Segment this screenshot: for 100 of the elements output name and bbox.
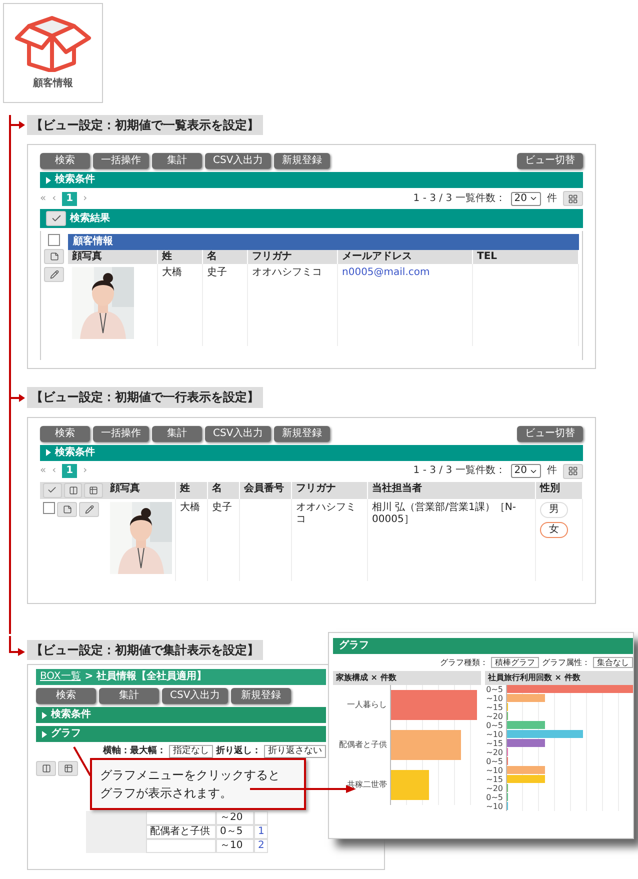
view-switch-button[interactable]: ビュー切替 <box>517 426 583 442</box>
toolbar-button[interactable]: 新規登録 <box>231 688 292 704</box>
count-link[interactable]: 2 <box>258 840 264 851</box>
table-cell: 配偶者と子供 <box>146 824 216 839</box>
app-tile[interactable]: 顧客情報 <box>3 3 103 103</box>
category-label: 配偶者と子供 <box>338 740 388 750</box>
column-header: 会員番号 <box>240 482 292 499</box>
table-cell: 史子 <box>212 502 232 513</box>
result-count: 1 - 3 / 3 一覧件数： <box>413 465 506 478</box>
graph-type-select[interactable]: 積棒グラフ <box>491 656 539 668</box>
gender-option[interactable]: 女 <box>540 522 568 538</box>
bar-title: 検索結果 <box>70 212 110 225</box>
category-label: ~10 <box>485 802 504 812</box>
previous-page-link[interactable]: ‹ <box>52 465 56 478</box>
first-page-link[interactable]: « <box>40 192 46 205</box>
toolbar-button[interactable]: 集計 <box>152 426 202 442</box>
option-label: 折り返し： <box>216 746 261 757</box>
page-size-select[interactable]: 20 <box>511 192 541 206</box>
bar-title: 検索条件 <box>55 174 95 186</box>
toolbar-button[interactable]: 検索 <box>36 688 96 704</box>
toolbar-button[interactable]: 検索 <box>40 426 90 442</box>
table-cell: 大橋 <box>162 267 182 278</box>
caret-icon <box>46 449 51 456</box>
category-label: ~10 <box>485 766 504 776</box>
note-icon[interactable] <box>57 502 77 517</box>
category-label: ~20 <box>485 784 504 794</box>
option-label: グラフ種類： <box>440 658 488 668</box>
category-label: ~20 <box>485 748 504 758</box>
wrap-select[interactable]: 折り返さない <box>264 745 326 758</box>
column-header: フリガナ <box>248 250 338 264</box>
category-label: 0~5 <box>485 792 504 802</box>
width-select[interactable]: 指定なし <box>169 745 213 758</box>
check-icon[interactable] <box>46 211 66 226</box>
app-label: 顧客情報 <box>33 78 73 90</box>
toolbar-button[interactable]: CSV入出力 <box>162 688 228 704</box>
check-icon[interactable] <box>43 482 62 498</box>
toolbar-button[interactable]: 新規登録 <box>274 153 330 170</box>
search-conditions-bar[interactable]: 検索条件 <box>40 444 583 461</box>
group-header: 顧客情報 <box>68 234 579 250</box>
section-heading: 【ビュー設定：初期値で集計表示を設定】 <box>27 640 263 660</box>
first-page-link[interactable]: « <box>40 465 46 478</box>
option-label: グラフ属性： <box>542 658 590 668</box>
toolbar-button[interactable]: CSV入出力 <box>205 426 272 442</box>
breadcrumb-link[interactable]: BOX一覧 <box>40 671 81 684</box>
caret-icon <box>42 730 47 738</box>
pencil-icon[interactable] <box>79 502 99 517</box>
columns-icon[interactable] <box>64 482 82 498</box>
grid-icon[interactable] <box>563 191 583 206</box>
checkbox[interactable] <box>43 502 55 514</box>
table-cell <box>146 810 216 825</box>
graph-attribute-select[interactable]: 集合なし <box>593 656 633 668</box>
checkbox[interactable] <box>48 234 60 246</box>
search-conditions-bar[interactable]: 検索条件 <box>40 172 583 188</box>
next-page-link[interactable]: › <box>83 192 88 205</box>
toolbar-button[interactable]: 集計 <box>99 688 159 704</box>
toolbar-button[interactable]: 一括操作 <box>93 426 149 442</box>
category-label: ~10 <box>485 694 504 704</box>
result-count: 1 - 3 / 3 一覧件数： <box>413 192 506 205</box>
table-cell: 史子 <box>207 267 227 278</box>
column-header: 当社担当者 <box>368 482 536 499</box>
column-header: フリガナ <box>292 482 368 499</box>
toolbar-button[interactable]: 検索 <box>40 153 90 170</box>
open-box-icon <box>14 16 92 72</box>
column-header: 顔写真 <box>68 250 158 264</box>
chart-bar <box>391 770 429 800</box>
grid-icon[interactable] <box>563 464 583 479</box>
category-label: ~20 <box>485 712 504 722</box>
page-number[interactable]: 1 <box>62 464 78 478</box>
caret-icon <box>42 712 47 719</box>
toolbar-button[interactable]: 一括操作 <box>93 153 149 170</box>
table-cell: ～20 <box>216 810 254 825</box>
count-link[interactable]: 1 <box>258 826 264 837</box>
table-icon[interactable] <box>58 760 78 776</box>
category-label: ~15 <box>485 774 504 784</box>
arrow-icon <box>9 636 27 658</box>
columns-icon[interactable] <box>36 760 56 776</box>
email-link[interactable]: n0005@mail.com <box>342 267 430 278</box>
next-page-link[interactable]: › <box>83 465 88 478</box>
note-icon[interactable] <box>44 249 64 264</box>
toolbar-button[interactable]: CSV入出力 <box>205 153 272 170</box>
page-number[interactable]: 1 <box>62 192 78 206</box>
gender-option[interactable]: 男 <box>540 502 568 518</box>
pencil-icon[interactable] <box>44 267 64 282</box>
page-size-select[interactable]: 20 <box>511 464 541 478</box>
chart-title: 社員旅行利用回数 × 件数 <box>485 671 633 685</box>
category-label: ~15 <box>485 702 504 712</box>
column-header: 顔写真 <box>106 482 176 499</box>
option-label: 横軸：最大幅： <box>103 746 166 757</box>
column-header: 姓 <box>158 250 203 264</box>
table-cell: オオハシフミコ <box>296 502 356 525</box>
section-bar[interactable]: グラフ <box>36 726 326 742</box>
previous-page-link[interactable]: ‹ <box>52 192 56 205</box>
section-bar[interactable]: 検索条件 <box>36 707 326 724</box>
view-switch-button[interactable]: ビュー切替 <box>517 153 583 170</box>
table-cell <box>146 838 216 853</box>
bar-title: グラフ <box>339 640 369 652</box>
breadcrumb-current: > 社員情報【全社員適用】 <box>84 671 207 684</box>
table-icon[interactable] <box>84 482 104 498</box>
toolbar-button[interactable]: 新規登録 <box>274 426 330 442</box>
toolbar-button[interactable]: 集計 <box>152 153 202 170</box>
